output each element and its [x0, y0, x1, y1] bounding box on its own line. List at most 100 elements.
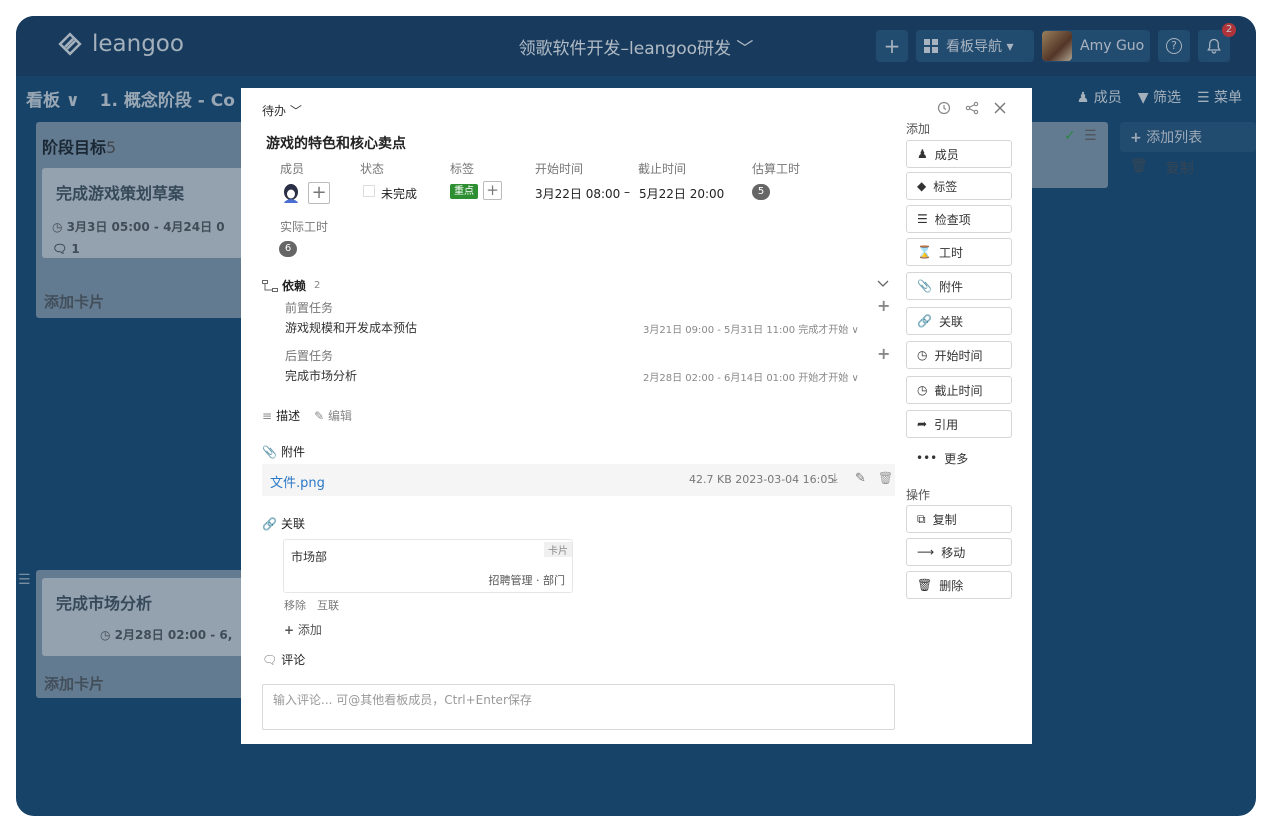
- button-label: 删除: [939, 578, 964, 593]
- predecessor-task[interactable]: 游戏规模和开发成本预估: [285, 319, 417, 336]
- start-time-side-button[interactable]: ◷ 开始时间: [906, 341, 1012, 369]
- close-icon[interactable]: [993, 101, 1007, 115]
- add-link-label: 添加: [297, 623, 322, 637]
- card-title[interactable]: 游戏的特色和核心卖点: [266, 133, 406, 153]
- start-time-value[interactable]: 3月22日 08:00: [535, 185, 620, 202]
- successor-meta[interactable]: 2月28日 02:00 - 6月14日 01:00 开始才开始 ∨: [643, 369, 859, 384]
- clock-icon: ◷: [917, 348, 928, 362]
- hours-side-button[interactable]: ⌛ 工时: [906, 238, 1012, 266]
- trash-icon[interactable]: 🗑: [878, 471, 893, 485]
- comments-section-title: 🗨 评论: [262, 651, 305, 668]
- linked-item-type: 卡片: [544, 542, 572, 557]
- add-user-icon: ♟: [917, 147, 928, 161]
- linked-item-path: 招聘管理 · 部门: [488, 574, 566, 587]
- more-side-button[interactable]: ••• 更多: [906, 444, 1012, 472]
- mutual-link-button[interactable]: 互联: [317, 597, 339, 613]
- end-time-label: 截止时间: [638, 162, 687, 176]
- comment-input[interactable]: 输入评论... 可@其他看板成员，Ctrl+Enter保存: [262, 684, 895, 730]
- predecessor-meta[interactable]: 3月21日 09:00 - 5月31日 11:00 完成才开始 ∨: [643, 321, 859, 336]
- more-icon: •••: [916, 451, 938, 465]
- dependency-section-title: 依赖 2: [262, 277, 320, 294]
- card-detail-modal: 待办 ﹀ 游戏的特色和核心卖点 成员 状态 标签 开始时间 截止时间 估算工时 …: [241, 88, 1032, 744]
- list-icon: ☰: [917, 212, 928, 226]
- share-icon[interactable]: [965, 101, 979, 115]
- attachment-file-link[interactable]: 文件.png: [270, 472, 325, 491]
- dependency-icon: [262, 279, 278, 292]
- trash-icon: 🗑: [917, 578, 933, 592]
- button-label: 附件: [938, 279, 963, 294]
- tags-label: 标签: [450, 162, 475, 176]
- state-label: 状态: [360, 162, 385, 176]
- state-value: 未完成: [381, 187, 418, 201]
- edit-description-button[interactable]: ✎ 编辑: [314, 407, 352, 424]
- button-label: 关联: [938, 314, 963, 329]
- arrow-right-icon: ⟶: [917, 545, 935, 559]
- complete-checkbox[interactable]: [363, 185, 375, 197]
- hourglass-icon: ⌛: [917, 245, 932, 259]
- end-time-side-button[interactable]: ◷ 截止时间: [906, 376, 1012, 404]
- button-label: 开始时间: [934, 348, 983, 363]
- description-icon: ≡: [262, 408, 273, 423]
- attachment-meta: 42.7 KB 2023-03-04 16:05: [689, 473, 835, 486]
- history-icon[interactable]: [937, 101, 951, 115]
- successor-task[interactable]: 完成市场分析: [285, 367, 357, 384]
- add-link-button[interactable]: + 添加: [284, 621, 322, 638]
- move-card-button[interactable]: ⟶ 移动: [906, 538, 1012, 566]
- download-icon[interactable]: ⤓: [832, 471, 838, 486]
- member-label: 成员: [280, 162, 305, 176]
- dependency-count: 2: [314, 280, 321, 291]
- comment-icon: 🗨: [262, 652, 278, 667]
- copy-card-button[interactable]: ⧉ 复制: [906, 505, 1012, 533]
- member-avatar-icon[interactable]: [281, 183, 301, 205]
- quote-side-button[interactable]: ➦ 引用: [906, 410, 1012, 438]
- add-member-button[interactable]: +: [308, 182, 330, 204]
- actual-hours-label: 实际工时: [280, 220, 329, 234]
- clock-icon: ◷: [917, 383, 928, 397]
- comments-title: 评论: [281, 653, 306, 667]
- linked-item[interactable]: 市场部 卡片 招聘管理 · 部门: [283, 539, 573, 593]
- button-label: 复制: [932, 512, 957, 527]
- estimate-value[interactable]: 5: [752, 184, 770, 200]
- attachment-section-title: 📎 附件: [262, 443, 305, 460]
- tag-badge[interactable]: 重点: [450, 184, 478, 199]
- add-predecessor-button[interactable]: +: [877, 296, 890, 315]
- dependency-title: 依赖: [282, 279, 307, 293]
- delete-card-button[interactable]: 🗑 删除: [906, 571, 1012, 599]
- actual-hours-value[interactable]: 6: [279, 241, 297, 257]
- add-successor-button[interactable]: +: [877, 344, 890, 363]
- chevron-down-icon[interactable]: [877, 280, 889, 288]
- copy-icon: ⧉: [917, 511, 926, 526]
- end-time-value[interactable]: 5月22日 20:00: [639, 185, 724, 202]
- linked-item-name: 市场部: [291, 550, 328, 564]
- attachment-side-button[interactable]: 📎 附件: [906, 272, 1012, 300]
- start-time-label: 开始时间: [535, 162, 584, 176]
- button-label: 更多: [944, 451, 969, 466]
- button-label: 标签: [933, 179, 958, 194]
- date-separator: –: [624, 185, 630, 199]
- estimate-label: 估算工时: [752, 162, 801, 176]
- button-label: 截止时间: [934, 383, 983, 398]
- link-icon: 🔗: [917, 314, 932, 328]
- description-section: ≡ 描述 ✎ 编辑: [262, 407, 352, 424]
- button-label: 工时: [938, 245, 963, 260]
- add-tag-side-button[interactable]: ◆ 标签: [906, 172, 1012, 200]
- plus-icon: +: [284, 623, 295, 637]
- pencil-icon[interactable]: ✎: [855, 471, 866, 486]
- remove-link-button[interactable]: 移除: [284, 597, 306, 613]
- status-dropdown[interactable]: 待办 ﹀: [262, 102, 302, 119]
- pencil-icon: ✎: [314, 409, 325, 423]
- add-heading: 添加: [906, 122, 931, 136]
- button-label: 成员: [934, 147, 959, 162]
- add-tag-button[interactable]: +: [483, 181, 502, 200]
- successor-label: 后置任务: [285, 349, 334, 363]
- operations-heading: 操作: [906, 488, 931, 502]
- checklist-side-button[interactable]: ☰ 检查项: [906, 205, 1012, 233]
- link-side-button[interactable]: 🔗 关联: [906, 307, 1012, 335]
- predecessor-label: 前置任务: [285, 301, 334, 315]
- tag-icon: ◆: [917, 179, 927, 193]
- description-title: 描述: [276, 409, 301, 423]
- add-member-side-button[interactable]: ♟ 成员: [906, 140, 1012, 168]
- attachment-title: 附件: [280, 445, 305, 459]
- attachment-row: 文件.png 42.7 KB 2023-03-04 16:05 ⤓ ✎ 🗑: [262, 464, 895, 496]
- paperclip-icon: 📎: [262, 444, 277, 459]
